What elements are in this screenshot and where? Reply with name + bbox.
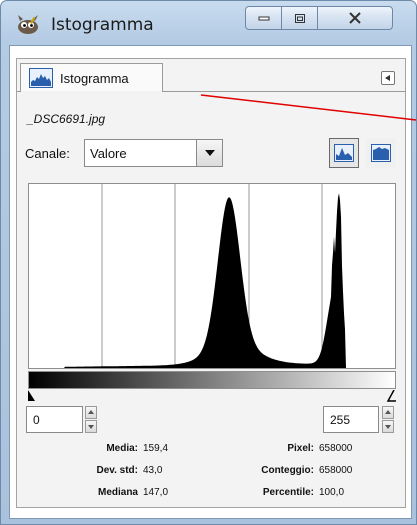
- histogram-view[interactable]: [28, 183, 396, 369]
- range-min-handle[interactable]: [28, 390, 35, 401]
- tab-active-gap: [21, 91, 162, 92]
- chevron-down-icon[interactable]: [196, 140, 222, 166]
- stat-mean-label: Media:: [106, 443, 138, 454]
- close-icon: [349, 12, 361, 24]
- stat-mean-value: 159,4: [143, 443, 169, 454]
- stat-percentile-value: 100,0: [319, 487, 345, 498]
- stat-count-label: Conteggio:: [261, 465, 314, 476]
- maximize-button[interactable]: [281, 6, 318, 30]
- range-min-stepper[interactable]: [85, 406, 97, 433]
- range-min-down-arrow-icon[interactable]: [85, 420, 97, 433]
- stat-std-label: Dev. std:: [96, 465, 139, 476]
- range-min-input[interactable]: 0: [26, 406, 83, 433]
- histogram-area: [29, 193, 395, 368]
- range-max-handle[interactable]: [385, 390, 397, 402]
- tab-menu-icon: [385, 75, 390, 81]
- range-max-stepper[interactable]: [382, 406, 394, 433]
- range-max-up-arrow-icon[interactable]: [382, 406, 394, 419]
- channel-label: Canale:: [25, 146, 70, 161]
- window-title: Istogramma: [51, 15, 154, 35]
- range-max-input[interactable]: 255: [323, 406, 379, 433]
- linear-histogram-icon: [334, 144, 354, 162]
- stat-median-label: Mediana: [97, 487, 138, 498]
- range-min-value: 0: [33, 413, 40, 427]
- histogram-window: Istogramma Istogramma _DSC6691.jpg Canal…: [0, 0, 417, 525]
- image-file-name: _DSC6691.jpg: [27, 112, 106, 126]
- range-max-value: 255: [330, 413, 351, 427]
- histogram-plot: [29, 184, 395, 368]
- stat-pixels-label: Pixel:: [287, 443, 314, 454]
- tab-histogram[interactable]: Istogramma: [20, 63, 163, 92]
- stat-median-value: 147,0: [143, 487, 169, 498]
- restore-icon: [294, 13, 305, 23]
- minimize-button[interactable]: [245, 6, 282, 30]
- histogram-icon: [29, 68, 53, 88]
- channel-select[interactable]: Valore: [84, 139, 223, 167]
- value-gradient-bar: [28, 371, 396, 389]
- channel-select-value: Valore: [90, 146, 127, 161]
- annotation-pointer-line: [200, 94, 417, 121]
- logarithmic-histogram-icon: [371, 144, 391, 162]
- close-button[interactable]: [317, 6, 393, 30]
- stat-pixels-value: 658000: [319, 443, 353, 454]
- tab-menu-button[interactable]: [381, 71, 395, 85]
- minimize-icon: [258, 16, 269, 21]
- title-bar[interactable]: Istogramma: [1, 1, 416, 45]
- tab-histogram-label: Istogramma: [60, 70, 129, 86]
- range-max-down-arrow-icon[interactable]: [382, 420, 394, 433]
- logarithmic-histogram-button[interactable]: [366, 138, 396, 168]
- range-min-up-arrow-icon[interactable]: [85, 406, 97, 419]
- stat-percentile-label: Percentile:: [262, 487, 314, 498]
- gimp-wilber-icon: [18, 15, 38, 34]
- stat-count-value: 658000: [319, 465, 353, 476]
- stat-std-value: 43,0: [143, 465, 163, 476]
- linear-histogram-button[interactable]: [329, 138, 359, 168]
